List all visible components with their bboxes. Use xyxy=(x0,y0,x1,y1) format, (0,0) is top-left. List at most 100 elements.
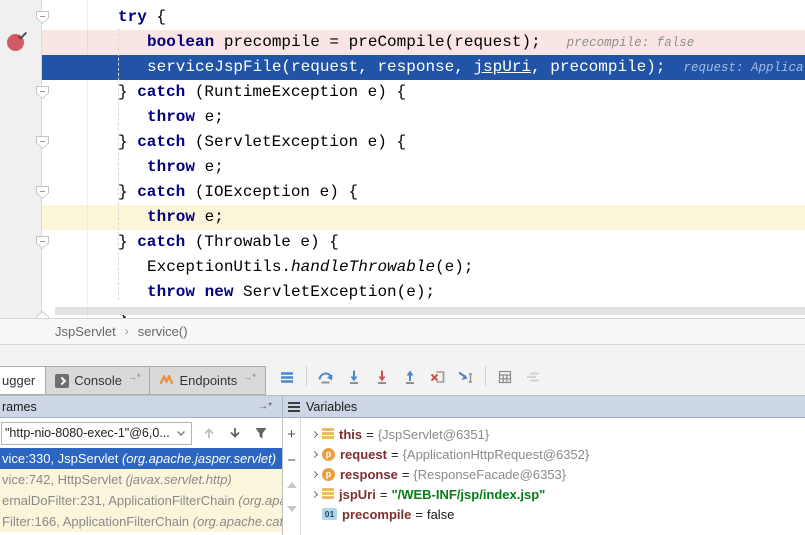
variables-panel: + − this={JspServlet@6351}prequest={Appl… xyxy=(283,418,805,535)
variable-list: this={JspServlet@6351}prequest={Applicat… xyxy=(301,418,805,535)
equals-sign: = xyxy=(380,487,388,502)
move-down-icon[interactable] xyxy=(287,506,297,512)
run-to-cursor-icon[interactable] xyxy=(454,365,478,389)
tab-console-label: Console xyxy=(74,373,122,388)
fold-marker-icon[interactable] xyxy=(36,86,49,99)
breadcrumb: JspServlet › service() xyxy=(0,318,805,345)
tab-drag-hint-icon: →* xyxy=(128,372,141,382)
ide-window: try {boolean precompile = preCompile(req… xyxy=(0,0,805,535)
local-variable-icon xyxy=(322,428,334,440)
evaluate-expression-icon[interactable] xyxy=(493,365,517,389)
tab-debugger-label: ugger xyxy=(2,373,35,388)
frames-panel-header[interactable]: rames →* xyxy=(0,396,283,417)
next-frame-icon[interactable] xyxy=(226,424,244,442)
code-line: throw e; xyxy=(0,205,805,230)
expand-chevron-icon[interactable] xyxy=(306,472,322,477)
chevron-down-icon xyxy=(176,426,186,440)
move-up-icon[interactable] xyxy=(287,482,297,488)
breakpoint-icon[interactable] xyxy=(7,34,24,51)
drop-frame-icon[interactable] xyxy=(426,365,450,389)
previous-frame-icon[interactable] xyxy=(200,424,218,442)
variable-value: "/WEB-INF/jsp/index.jsp" xyxy=(391,487,545,502)
variable-row[interactable]: 01precompile=false xyxy=(301,504,805,524)
thread-selector[interactable]: "http-nio-8080-exec-1"@6,0... xyxy=(1,422,192,445)
toolbar-separator xyxy=(306,366,307,386)
fold-marker-icon[interactable] xyxy=(36,311,49,318)
variable-value: {ResponseFacade@6353} xyxy=(413,467,566,482)
code-lines: try {boolean precompile = preCompile(req… xyxy=(0,0,805,318)
local-variable-icon xyxy=(322,488,334,500)
endpoints-icon xyxy=(159,372,174,389)
tab-drag-hint-icon: →* xyxy=(243,372,256,382)
expand-chevron-icon[interactable] xyxy=(306,452,322,457)
toolbar-separator xyxy=(485,366,486,386)
equals-sign: = xyxy=(391,447,399,462)
step-into-icon[interactable] xyxy=(342,365,366,389)
frame-row[interactable]: vice:742, HttpServlet (javax.servlet.htt… xyxy=(0,469,282,490)
frame-row[interactable]: vice:330, JspServlet (org.apache.jasper.… xyxy=(0,448,282,469)
tab-endpoints[interactable]: Endpoints →* xyxy=(150,366,265,395)
variable-name: response xyxy=(340,467,398,482)
variables-title: Variables xyxy=(306,400,357,414)
equals-sign: = xyxy=(415,507,423,522)
step-out-icon[interactable] xyxy=(398,365,422,389)
frame-row[interactable]: ernalDoFilter:231, ApplicationFilterChai… xyxy=(0,490,282,511)
force-step-into-icon[interactable] xyxy=(370,365,394,389)
tab-endpoints-label: Endpoints xyxy=(179,373,237,388)
variable-value: {JspServlet@6351} xyxy=(378,427,490,442)
primitive-variable-icon: 01 xyxy=(322,508,337,520)
fold-marker-icon[interactable] xyxy=(36,236,49,249)
equals-sign: = xyxy=(402,467,410,482)
expand-chevron-icon[interactable] xyxy=(306,432,322,437)
variable-row[interactable]: p response ={ResponseFacade@6353} xyxy=(301,464,805,484)
frames-panel: "http-nio-8080-exec-1"@6,0... vice:330, … xyxy=(0,418,283,535)
code-line: } catch (RuntimeException e) { xyxy=(0,80,805,105)
variables-toolbar: + − xyxy=(283,418,301,535)
step-over-icon[interactable] xyxy=(314,365,338,389)
remove-watch-icon[interactable]: − xyxy=(284,447,300,473)
fold-marker-icon[interactable] xyxy=(36,186,49,199)
variables-panel-header[interactable]: Variables xyxy=(283,396,805,417)
code-line: throw e; xyxy=(0,105,805,130)
gutter-divider xyxy=(87,0,88,318)
breadcrumb-method[interactable]: service() xyxy=(138,319,188,344)
breadcrumb-separator-icon: › xyxy=(125,319,129,344)
code-line: throw e; xyxy=(0,155,805,180)
fold-marker-icon[interactable] xyxy=(36,11,49,24)
code-line: serviceJspFile(request, response, jspUri… xyxy=(0,55,805,80)
param-variable-icon: p xyxy=(322,468,335,481)
code-line: } catch (Throwable e) { xyxy=(0,230,805,255)
param-variable-icon: p xyxy=(322,448,335,461)
frame-list: vice:330, JspServlet (org.apache.jasper.… xyxy=(0,448,282,532)
variable-value: false xyxy=(427,507,454,522)
variable-row[interactable]: prequest={ApplicationHttpRequest@6352} xyxy=(301,444,805,464)
variable-name: this xyxy=(339,427,362,442)
variable-row[interactable]: this = {JspServlet@6351} xyxy=(301,424,805,444)
variable-name: request xyxy=(340,447,387,462)
horizontal-scrollbar[interactable] xyxy=(55,307,805,315)
code-line: } catch (IOException e) { xyxy=(0,180,805,205)
panel-header-row: rames →* Variables xyxy=(0,395,805,418)
add-watch-icon[interactable]: + xyxy=(284,421,300,447)
debugger-tab-bar: ugger Console →* Endpoints →* xyxy=(0,362,805,395)
console-icon xyxy=(55,374,69,388)
debug-window-top xyxy=(0,345,805,362)
thread-selector-value: "http-nio-8080-exec-1"@6,0... xyxy=(5,426,176,440)
variable-row[interactable]: jspUri="/WEB-INF/jsp/index.jsp" xyxy=(301,484,805,504)
code-line: throw new ServletException(e); xyxy=(0,280,805,305)
debugger-panels: "http-nio-8080-exec-1"@6,0... vice:330, … xyxy=(0,418,805,535)
expand-chevron-icon[interactable] xyxy=(306,492,322,497)
tab-console[interactable]: Console →* xyxy=(46,366,150,395)
filter-frames-icon[interactable] xyxy=(252,424,270,442)
code-editor[interactable]: try {boolean precompile = preCompile(req… xyxy=(0,0,805,318)
fold-marker-icon[interactable] xyxy=(36,136,49,149)
breadcrumb-class[interactable]: JspServlet xyxy=(55,319,116,344)
tab-debugger[interactable]: ugger xyxy=(0,366,46,395)
layout-settings-icon[interactable] xyxy=(521,365,545,389)
threads-menu-icon[interactable] xyxy=(275,365,299,389)
frame-row[interactable]: Filter:166, ApplicationFilterChain (org.… xyxy=(0,511,282,532)
code-line: ExceptionUtils.handleThrowable(e); xyxy=(0,255,805,280)
equals-sign: = xyxy=(366,427,374,442)
code-line: try { xyxy=(0,5,805,30)
variables-menu-icon[interactable] xyxy=(288,402,300,412)
